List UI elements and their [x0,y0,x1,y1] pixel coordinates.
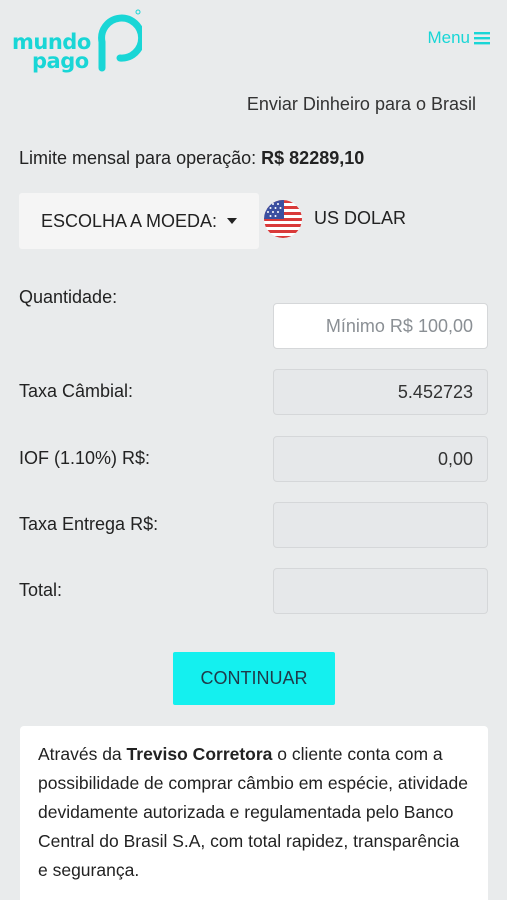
quantidade-field[interactable] [273,303,488,349]
hamburger-icon [474,32,490,45]
info-text-after: o cliente conta com a possibilidade de c… [38,744,468,880]
taxa-cambial-label: Taxa Câmbial: [19,381,134,401]
currency-select-label: ESCOLHA A MOEDA: [40,210,218,231]
iof-field: 0,00 [273,436,488,482]
taxa-cambial-field: 5.452723 [273,369,488,415]
brand-logo-mark-icon [98,9,142,72]
quantidade-label: Quantidade: [19,287,118,307]
header: mundo pago Menu [0,0,507,80]
quantidade-input[interactable] [288,315,473,337]
currency-select-button[interactable]: ESCOLHA A MOEDA: [19,193,259,249]
us-flag-icon [264,200,302,238]
menu-label: Menu [427,28,470,47]
selected-currency-name: US DOLAR [314,208,407,228]
brand-logo[interactable]: mundo pago [12,6,142,72]
iof-label: IOF (1.10%) R$: [19,448,151,468]
taxa-entrega-label: Taxa Entrega R$: [19,514,159,534]
monthly-limit-value: R$ 82289,10 [261,148,365,168]
total-label: Total: [19,580,63,600]
page-subtitle: Enviar Dinheiro para o Brasil [246,94,476,114]
monthly-limit-label: Limite mensal para operação: [19,148,257,168]
info-text-before: Através da [38,744,127,764]
info-company: Treviso Corretora [126,744,273,764]
caret-down-icon [227,218,238,224]
taxa-entrega-field [273,502,488,548]
continue-button[interactable]: CONTINUAR [173,652,335,705]
info-card: Através da Treviso Corretora o cliente c… [20,726,488,900]
menu-button[interactable]: Menu [427,28,490,48]
monthly-limit: Limite mensal para operação: R$ 82289,10 [19,148,364,169]
total-field [273,568,488,614]
